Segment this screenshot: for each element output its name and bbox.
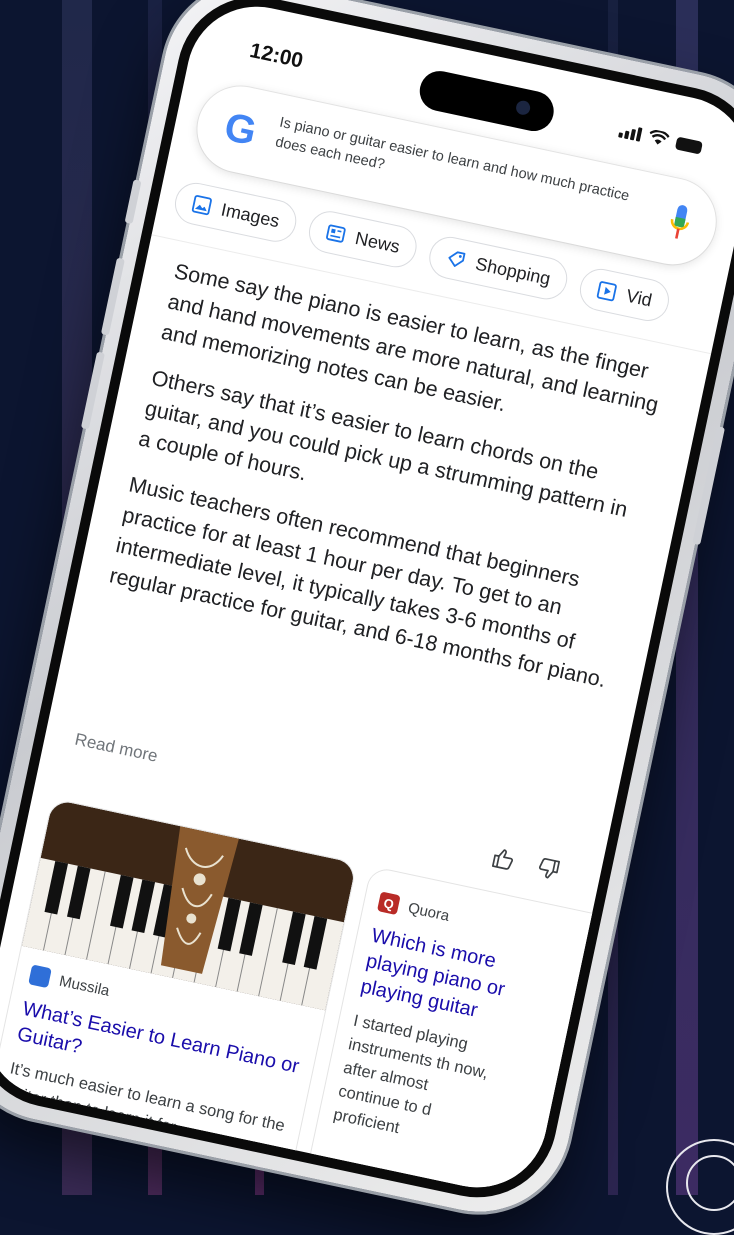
- news-icon: [326, 224, 346, 243]
- thumbs-up-icon[interactable]: [489, 845, 517, 873]
- thumbs-down-icon[interactable]: [534, 854, 562, 882]
- quora-favicon-icon: Q: [376, 891, 401, 916]
- chip-images[interactable]: Images: [171, 178, 301, 246]
- chip-news[interactable]: News: [305, 207, 421, 272]
- mussila-favicon-icon: [28, 964, 52, 989]
- video-icon: [596, 281, 617, 302]
- chip-shopping[interactable]: Shopping: [425, 233, 572, 304]
- chip-label: Vid: [624, 285, 654, 310]
- tag-icon: [448, 251, 466, 267]
- image-icon: [191, 195, 212, 216]
- status-time: 12:00: [247, 39, 306, 73]
- ai-answer: Some say the piano is easier to learn, a…: [103, 256, 676, 712]
- status-icons: [618, 122, 703, 155]
- source-name: Quora: [406, 899, 451, 925]
- source-name: Mussila: [57, 972, 112, 1000]
- chip-label: Shopping: [473, 253, 553, 289]
- feedback-buttons: [489, 845, 562, 883]
- mic-icon[interactable]: [666, 202, 693, 243]
- battery-icon: [674, 136, 703, 155]
- dynamic-island: [416, 67, 558, 135]
- chip-label: Images: [219, 198, 282, 231]
- signal-icon: [618, 122, 643, 142]
- wifi-icon: [649, 129, 670, 145]
- chip-label: News: [353, 227, 402, 257]
- read-more-link[interactable]: Read more: [73, 730, 159, 767]
- chip-videos[interactable]: Vid: [576, 265, 673, 325]
- google-logo-icon: G: [220, 104, 261, 155]
